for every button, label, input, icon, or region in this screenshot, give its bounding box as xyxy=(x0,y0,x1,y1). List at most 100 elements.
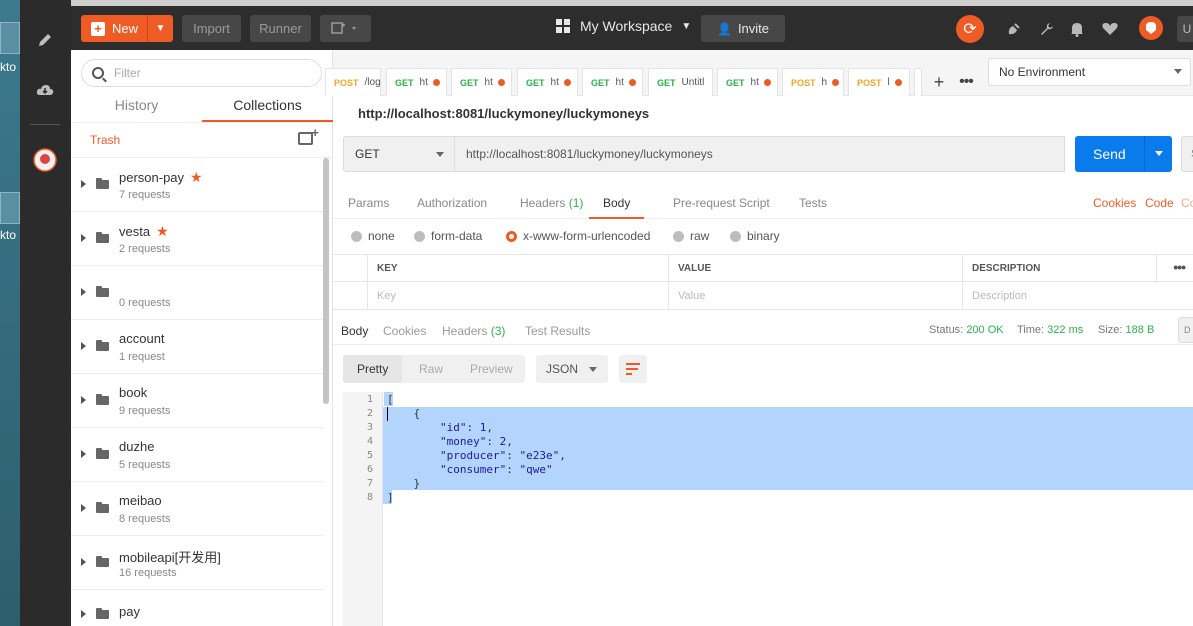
tab-prerequest-script[interactable]: Pre-request Script xyxy=(673,196,770,210)
collection-item[interactable]: account 1 request xyxy=(71,320,323,374)
chevron-right-icon[interactable] xyxy=(81,450,86,458)
radio-x-www-form-urlencoded[interactable]: x-www-form-urlencoded xyxy=(506,229,650,243)
wrap-lines-icon[interactable] xyxy=(619,355,647,383)
new-window-button[interactable] xyxy=(320,15,371,42)
environment-select[interactable]: No Environment xyxy=(988,58,1191,86)
request-tab[interactable] xyxy=(914,68,922,96)
tab-authorization[interactable]: Authorization xyxy=(417,196,487,210)
folder-icon xyxy=(96,286,109,297)
desktop-file-icon[interactable] xyxy=(0,22,20,54)
tab-response-headers[interactable]: Headers (3) xyxy=(442,324,505,338)
radio-form-data[interactable]: form-data xyxy=(414,229,482,243)
collection-item[interactable]: person-pay ★ 7 requests xyxy=(71,158,323,212)
code-link[interactable]: Code xyxy=(1145,196,1174,210)
radio-none[interactable]: none xyxy=(351,229,395,243)
format-label: JSON xyxy=(546,362,579,376)
status-label: Status: xyxy=(929,324,964,336)
chevron-down-icon[interactable] xyxy=(1144,136,1172,172)
import-button[interactable]: Import xyxy=(182,15,241,42)
chevron-right-icon[interactable] xyxy=(81,610,86,618)
satellite-icon[interactable] xyxy=(1004,19,1024,39)
folder-icon xyxy=(96,448,109,459)
account-avatar[interactable] xyxy=(1139,16,1163,40)
request-tab[interactable]: POST h xyxy=(782,68,844,96)
view-raw[interactable]: Raw xyxy=(419,355,443,383)
workspace-switcher[interactable]: My Workspace ▼ xyxy=(556,18,691,34)
send-button[interactable]: Send xyxy=(1075,136,1172,172)
key-input[interactable]: Key xyxy=(367,282,667,310)
tab-collections[interactable]: Collections xyxy=(202,94,333,122)
response-body-editor[interactable]: 1 2 3 4 5 6 7 8 [ { "id": 1, "money": 2,… xyxy=(343,392,1193,626)
new-collection-icon[interactable] xyxy=(298,125,319,145)
value-input[interactable]: Value xyxy=(668,282,962,310)
download-button[interactable]: D xyxy=(1178,317,1193,343)
collection-item[interactable]: duzhe 5 requests xyxy=(71,428,323,482)
chevron-right-icon[interactable] xyxy=(81,234,86,242)
sidebar: Filter History Collections Trash person-… xyxy=(71,50,333,626)
request-tab[interactable]: POST l xyxy=(848,68,910,96)
request-tab[interactable]: GET ht xyxy=(517,68,578,96)
collection-item[interactable]: pay xyxy=(71,590,323,626)
chevron-right-icon[interactable] xyxy=(81,396,86,404)
settings-wrench-icon[interactable] xyxy=(1037,19,1057,39)
tab-response-cookies[interactable]: Cookies xyxy=(383,324,426,338)
more-options-icon[interactable]: ••• xyxy=(1173,255,1186,279)
collection-item[interactable]: 0 requests xyxy=(71,266,323,320)
cloud-icon[interactable] xyxy=(31,76,59,104)
filter-input[interactable]: Filter xyxy=(81,59,322,87)
chevron-down-icon[interactable]: ▼ xyxy=(147,15,173,42)
request-tab[interactable]: POST/logi xyxy=(325,68,381,96)
description-input[interactable]: Description xyxy=(962,282,1193,310)
pencil-icon[interactable] xyxy=(31,26,59,54)
collection-item[interactable]: meibao 8 requests xyxy=(71,482,323,536)
new-button[interactable]: + New ▼ xyxy=(81,15,173,42)
invite-button[interactable]: 👤 Invite xyxy=(701,15,785,42)
request-tab[interactable]: GET ht xyxy=(386,68,447,96)
chevron-right-icon[interactable] xyxy=(81,342,86,350)
user-avatar-icon[interactable] xyxy=(31,146,59,174)
tab-params[interactable]: Params xyxy=(348,196,389,210)
chevron-right-icon[interactable] xyxy=(81,180,86,188)
format-select[interactable]: JSON xyxy=(536,355,608,383)
radio-binary[interactable]: binary xyxy=(730,229,780,243)
trash-link[interactable]: Trash xyxy=(90,133,120,147)
star-icon[interactable]: ★ xyxy=(156,223,169,239)
request-tab[interactable]: GET ht xyxy=(582,68,643,96)
user-menu-button[interactable]: U xyxy=(1177,16,1193,42)
tab-headers[interactable]: Headers (1) xyxy=(520,196,583,210)
folder-icon xyxy=(96,502,109,513)
tab-test-results[interactable]: Test Results xyxy=(525,324,590,338)
view-pretty[interactable]: Pretty xyxy=(343,355,403,383)
new-tab-plus-icon[interactable]: + xyxy=(926,68,952,96)
collection-item[interactable]: vesta ★ 2 requests xyxy=(71,212,323,266)
save-button[interactable]: S xyxy=(1181,136,1193,172)
chevron-right-icon[interactable] xyxy=(81,558,86,566)
collection-item[interactable]: book 9 requests xyxy=(71,374,323,428)
request-tab[interactable]: GET Untitl xyxy=(648,68,713,96)
request-tab[interactable]: GET ht xyxy=(717,68,778,96)
chevron-right-icon[interactable] xyxy=(81,288,86,296)
cookies-link[interactable]: Cookies xyxy=(1093,196,1136,210)
request-tab[interactable]: GET ht xyxy=(451,68,512,96)
url-input[interactable]: http://localhost:8081/luckymoney/luckymo… xyxy=(455,136,1065,172)
code-area[interactable]: [ { "id": 1, "money": 2, "producer": "e2… xyxy=(383,392,1193,626)
chevron-down-icon: ▼ xyxy=(681,20,692,32)
star-icon[interactable]: ★ xyxy=(190,169,203,185)
runner-button[interactable]: Runner xyxy=(250,15,311,42)
view-preview[interactable]: Preview xyxy=(470,355,513,383)
tab-method: POST xyxy=(857,77,882,88)
method-select[interactable]: GET xyxy=(343,136,455,172)
chevron-right-icon[interactable] xyxy=(81,504,86,512)
tab-history[interactable]: History xyxy=(71,94,202,122)
tab-response-body[interactable]: Body xyxy=(341,324,368,338)
radio-raw[interactable]: raw xyxy=(673,229,709,243)
bell-icon[interactable] xyxy=(1067,19,1087,39)
sync-icon[interactable]: ⟳ xyxy=(956,15,984,43)
heart-icon[interactable] xyxy=(1100,19,1120,39)
tab-tests[interactable]: Tests xyxy=(799,196,827,210)
more-tabs-icon[interactable]: ••• xyxy=(953,68,979,96)
sidebar-scrollbar[interactable] xyxy=(323,158,329,404)
tab-body[interactable]: Body xyxy=(589,196,645,219)
collection-item[interactable]: mobileapi[开发用] 16 requests xyxy=(71,536,323,590)
desktop-file-icon[interactable] xyxy=(0,192,20,224)
